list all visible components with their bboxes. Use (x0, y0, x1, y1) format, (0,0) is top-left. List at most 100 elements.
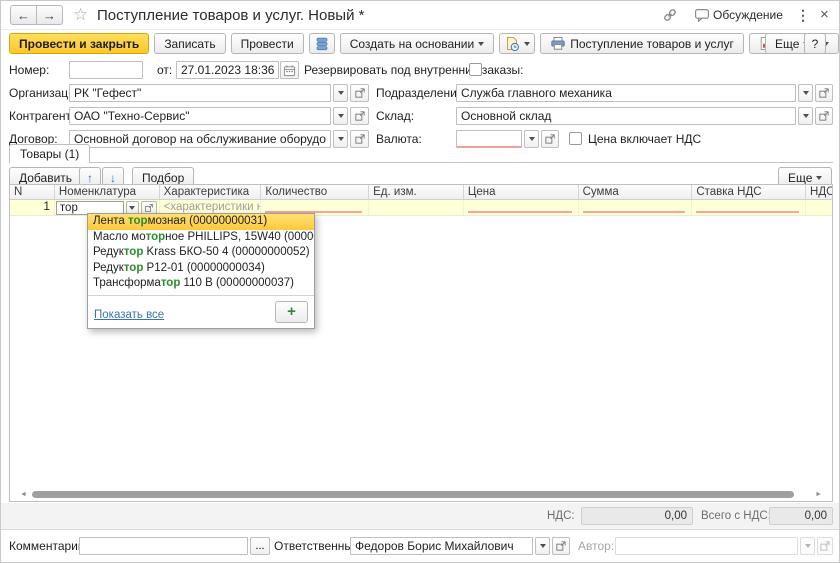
cell-vat-rate[interactable] (692, 200, 807, 215)
create-item-button[interactable]: + (275, 300, 308, 323)
open-link-icon (556, 541, 566, 551)
scroll-left-icon[interactable]: ◄ (20, 490, 27, 499)
cell-price[interactable] (464, 200, 579, 215)
caret-down-icon (478, 41, 485, 46)
warehouse-dropdown-button[interactable] (798, 107, 813, 125)
post-button[interactable]: Провести (230, 33, 304, 54)
scrollbar-thumb[interactable] (32, 491, 794, 498)
number-input[interactable] (69, 61, 143, 79)
comment-input[interactable] (79, 537, 248, 555)
counterparty-input[interactable] (69, 107, 331, 125)
counterparty-dropdown-button[interactable] (333, 107, 348, 125)
back-button[interactable]: ← (10, 5, 37, 25)
dropdown-item[interactable]: Редуктор Р12-01 (00000000034) (88, 261, 314, 277)
vat-total-value: 0,00 (581, 507, 693, 525)
caret-down-icon (816, 175, 823, 180)
print-document-button[interactable]: Поступление товаров и услуг (540, 33, 744, 54)
col-header-vat[interactable]: НДС (806, 185, 832, 199)
contract-open-button[interactable] (350, 130, 369, 148)
currency-label: Валюта: (376, 132, 422, 146)
dropdown-footer: Показать все + (88, 294, 314, 328)
responsible-open-button[interactable] (552, 537, 570, 555)
vat-included-checkbox[interactable] (569, 132, 582, 145)
cell-amount[interactable] (579, 200, 693, 215)
col-header-price[interactable]: Цена (464, 185, 579, 199)
contract-dropdown-button[interactable] (333, 130, 348, 148)
show-register-records-button[interactable] (308, 33, 335, 54)
caret-down-icon (802, 114, 809, 118)
col-header-unit[interactable]: Ед. изм. (369, 185, 464, 199)
cell-unit[interactable] (369, 200, 464, 215)
save-button[interactable]: Записать (154, 33, 226, 54)
col-header-quantity[interactable]: Количество (261, 185, 370, 199)
col-header-amount[interactable]: Сумма (579, 185, 693, 199)
more-menu-icon[interactable]: ⋮ (792, 7, 814, 24)
contract-input[interactable] (69, 130, 331, 148)
dropdown-item[interactable]: Масло моторное PHILLIPS, 15W40 (00000000… (88, 230, 314, 246)
close-icon[interactable]: × (816, 6, 833, 23)
dropdown-item[interactable]: Трансформатор 110 В (00000000037) (88, 276, 314, 292)
author-dropdown-button[interactable] (800, 537, 815, 555)
grid-header: N Номенклатура Характеристика Количество… (10, 185, 832, 200)
department-dropdown-button[interactable] (798, 84, 813, 102)
tab-goods[interactable]: Товары (1) (9, 144, 91, 163)
nomenclature-dropdown-list: Лента тормозная (00000000031) Масло мото… (87, 213, 315, 329)
horizontal-scrollbar[interactable]: ◄ ► (12, 490, 830, 499)
warehouse-input[interactable] (456, 107, 796, 125)
dropdown-item[interactable]: Редуктор Krass БКО-50 4 (00000000052) (88, 245, 314, 261)
tasks-button[interactable] (499, 33, 536, 54)
organization-input[interactable] (69, 84, 331, 102)
required-underline (582, 211, 686, 213)
dropdown-item[interactable]: Лента тормозная (00000000031) (88, 214, 314, 230)
col-header-vat-rate[interactable]: Ставка НДС (692, 185, 807, 199)
document-clock-icon (507, 36, 520, 51)
department-input[interactable] (456, 84, 796, 102)
cell-vat[interactable] (806, 200, 832, 215)
comment-label: Комментарий: (9, 539, 88, 553)
create-based-on-button[interactable]: Создать на основании (339, 33, 495, 54)
post-and-close-button[interactable]: Провести и закрыть (9, 33, 150, 54)
department-open-button[interactable] (815, 84, 833, 102)
help-button[interactable]: ? (804, 33, 826, 54)
show-all-link[interactable]: Показать все (94, 309, 164, 321)
currency-input[interactable] (456, 130, 522, 148)
author-open-button[interactable] (817, 537, 833, 555)
ellipsis-icon: ... (255, 540, 265, 552)
author-label: Автор: (578, 539, 615, 553)
scroll-right-icon[interactable]: ► (815, 490, 822, 499)
plus-icon: + (287, 303, 296, 320)
required-underline (467, 211, 572, 213)
register-stack-icon (316, 37, 328, 50)
cell-n[interactable]: 1 (10, 200, 55, 215)
currency-open-button[interactable] (541, 130, 559, 148)
link-icon[interactable] (661, 6, 679, 24)
caret-down-icon (337, 91, 344, 95)
responsible-input[interactable] (350, 537, 533, 555)
counterparty-label: Контрагент: (9, 109, 75, 123)
warehouse-open-button[interactable] (815, 107, 833, 125)
open-link-icon (545, 134, 555, 144)
organization-open-button[interactable] (350, 84, 369, 102)
page-title: Поступление товаров и услуг. Новый * (97, 7, 365, 24)
organization-dropdown-button[interactable] (333, 84, 348, 102)
author-input[interactable] (615, 537, 798, 555)
date-input[interactable] (176, 61, 279, 79)
comment-expand-button[interactable]: ... (250, 537, 270, 555)
discussion-icon[interactable] (693, 6, 711, 24)
favorite-star-icon[interactable]: ☆ (73, 5, 88, 25)
currency-dropdown-button[interactable] (524, 130, 539, 148)
counterparty-open-button[interactable] (350, 107, 369, 125)
calendar-button[interactable] (280, 61, 299, 79)
reserve-checkbox[interactable] (469, 63, 482, 76)
col-header-nomenclature[interactable]: Номенклатура (55, 185, 160, 199)
open-link-icon (354, 111, 365, 121)
col-header-n[interactable]: N (10, 185, 55, 199)
responsible-dropdown-button[interactable] (535, 537, 550, 555)
col-header-characteristic[interactable]: Характеристика (160, 185, 262, 199)
open-link-icon (819, 88, 829, 98)
forward-button[interactable]: → (36, 5, 63, 25)
required-underline (696, 211, 800, 213)
vat-included-label: Цена включает НДС (588, 132, 702, 146)
discussion-label[interactable]: Обсуждение (713, 8, 783, 22)
department-label: Подразделение: (376, 86, 467, 100)
